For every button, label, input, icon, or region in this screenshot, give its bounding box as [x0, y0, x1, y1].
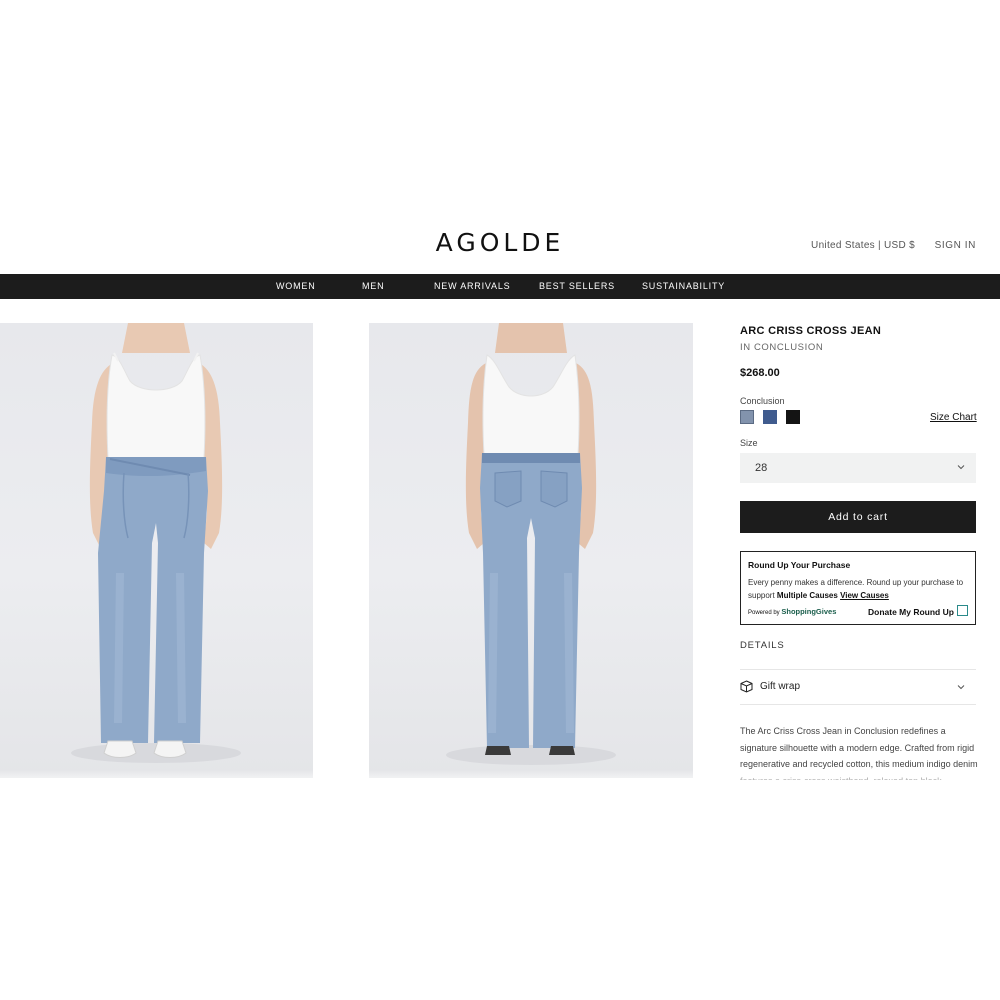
round-up-widget: Round Up Your Purchase Every penny makes…: [740, 551, 976, 625]
color-swatch-blue[interactable]: [763, 410, 777, 424]
color-label: Conclusion: [740, 396, 785, 406]
size-select[interactable]: 28: [740, 453, 976, 483]
divider: [740, 669, 976, 670]
box-icon: [740, 680, 753, 693]
size-label: Size: [740, 438, 758, 448]
view-causes-link[interactable]: View Causes: [840, 591, 889, 600]
donate-checkbox[interactable]: [957, 605, 968, 616]
gift-wrap-label: Gift wrap: [760, 681, 801, 692]
nav-item-men[interactable]: MEN: [362, 274, 384, 299]
sign-in-link[interactable]: SIGN IN: [935, 240, 976, 251]
chevron-down-icon: [957, 465, 965, 470]
chevron-down-icon: [957, 685, 965, 690]
scroll-fade: [0, 770, 1000, 786]
powered-by-prefix: Powered by: [748, 610, 780, 616]
round-up-text: Every penny makes a difference. Round up…: [748, 576, 973, 602]
product-color-name: IN CONCLUSION: [740, 342, 824, 353]
color-swatch-black[interactable]: [786, 410, 800, 424]
size-chart-link[interactable]: Size Chart: [930, 412, 977, 423]
shoppinggives-logo[interactable]: ShoppingGives: [781, 607, 836, 616]
product-image-front[interactable]: [0, 323, 313, 778]
nav-item-women[interactable]: WOMEN: [276, 274, 316, 299]
color-swatch-conclusion[interactable]: [740, 410, 754, 424]
nav-item-best-sellers[interactable]: BEST SELLERS: [539, 274, 615, 299]
divider: [740, 704, 976, 705]
locale-currency-selector[interactable]: United States | USD $: [811, 240, 915, 251]
size-selected-value: 28: [755, 462, 768, 474]
round-up-title: Round Up Your Purchase: [748, 560, 851, 570]
donate-label: Donate My Round Up: [868, 607, 954, 617]
add-to-cart-button[interactable]: Add to cart: [740, 501, 976, 533]
details-heading[interactable]: DETAILS: [740, 640, 785, 651]
product-image-back[interactable]: [369, 323, 693, 778]
model-front-illustration: [71, 323, 241, 763]
nav-item-sustainability[interactable]: SUSTAINABILITY: [642, 274, 725, 299]
powered-by: Powered by ShoppingGives: [748, 607, 836, 616]
model-back-illustration: [446, 323, 616, 765]
nav-item-new-arrivals[interactable]: NEW ARRIVALS: [434, 274, 510, 299]
main-navigation: WOMEN MEN NEW ARRIVALS BEST SELLERS SUST…: [0, 274, 1000, 299]
product-price: $268.00: [740, 367, 780, 379]
round-up-causes: Multiple Causes: [776, 591, 838, 600]
gift-wrap-accordion[interactable]: Gift wrap: [740, 675, 976, 699]
product-title: ARC CRISS CROSS JEAN: [740, 325, 882, 337]
